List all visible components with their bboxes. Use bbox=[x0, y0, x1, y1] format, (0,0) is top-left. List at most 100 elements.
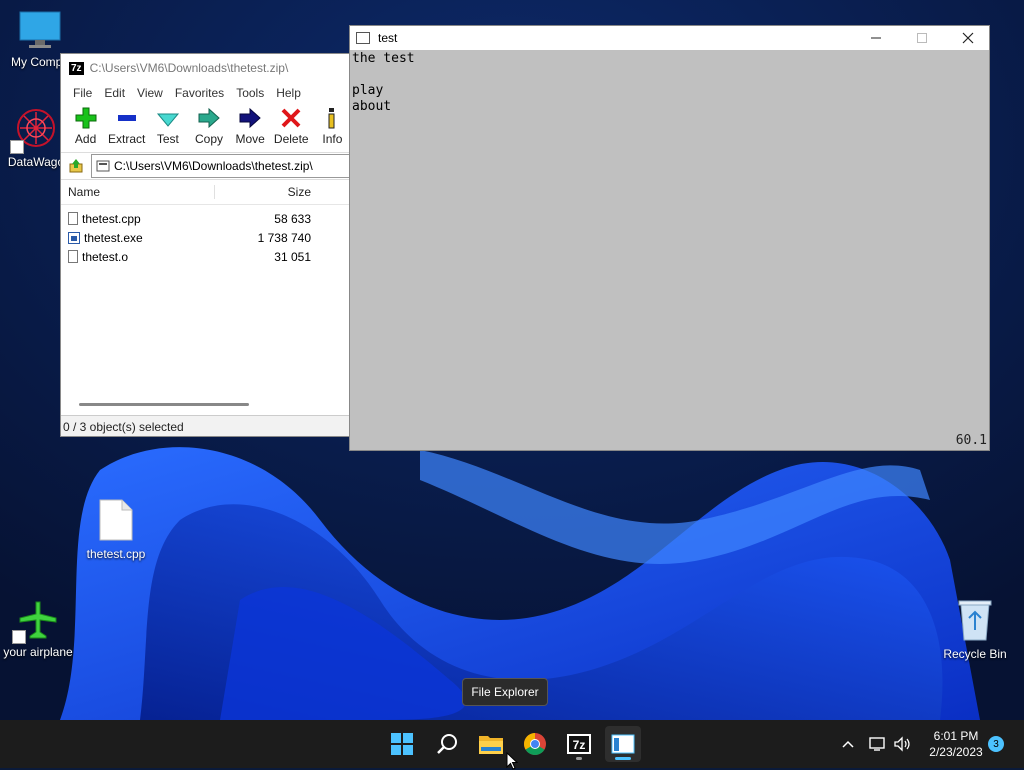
extract-button[interactable]: Extract bbox=[106, 104, 147, 146]
show-hidden-icons-button[interactable] bbox=[840, 720, 856, 768]
test-label: Test bbox=[156, 132, 179, 146]
notification-badge[interactable]: 3 bbox=[988, 736, 1004, 752]
7zip-taskbar-button[interactable]: 7z bbox=[561, 726, 597, 762]
close-button[interactable] bbox=[945, 26, 991, 50]
extract-label: Extract bbox=[108, 132, 146, 146]
file-row[interactable]: thetest.cpp 58 633 bbox=[61, 209, 353, 228]
clock-time: 6:01 PM bbox=[933, 729, 979, 743]
minimize-button[interactable] bbox=[853, 26, 899, 50]
maximize-button[interactable] bbox=[899, 26, 945, 50]
test-button[interactable]: Test bbox=[147, 104, 188, 146]
system-clock[interactable]: 6:01 PM 2/23/2023 bbox=[924, 728, 988, 760]
chevron-up-icon bbox=[842, 740, 854, 748]
test-window-title: test bbox=[378, 31, 398, 45]
volume-button[interactable] bbox=[893, 720, 913, 768]
speaker-icon bbox=[894, 736, 910, 752]
active-indicator bbox=[615, 757, 631, 760]
menu-favorites[interactable]: Favorites bbox=[169, 86, 230, 100]
file-name: thetest.cpp bbox=[82, 211, 141, 226]
clock-date: 2/23/2023 bbox=[929, 745, 983, 759]
menu-file[interactable]: File bbox=[67, 86, 98, 100]
delete-x-icon bbox=[281, 108, 301, 128]
menu-option-about[interactable]: about bbox=[352, 99, 391, 115]
test-title-bar[interactable]: test bbox=[350, 26, 989, 50]
mouse-cursor-icon bbox=[506, 752, 518, 770]
file-explorer-button[interactable] bbox=[473, 726, 509, 762]
file-size: 31 051 bbox=[274, 249, 311, 264]
delete-button[interactable]: Delete bbox=[271, 104, 312, 146]
file-explorer-icon bbox=[479, 736, 503, 754]
taskbar-tooltip: File Explorer bbox=[462, 678, 548, 706]
minimize-icon bbox=[871, 37, 881, 39]
7zip-title-bar[interactable]: 7z C:\Users\VM6\Downloads\thetest.zip\ bbox=[61, 54, 353, 82]
running-indicator bbox=[576, 757, 582, 760]
test-app-taskbar-button[interactable] bbox=[605, 726, 641, 762]
network-button[interactable] bbox=[868, 720, 888, 768]
move-button[interactable]: Move bbox=[230, 104, 271, 146]
svg-text:7z: 7z bbox=[573, 738, 586, 752]
info-icon bbox=[328, 108, 335, 129]
shortcut-arrow-icon bbox=[12, 630, 26, 644]
search-icon bbox=[437, 734, 457, 754]
address-text: C:\Users\VM6\Downloads\thetest.zip\ bbox=[114, 159, 313, 173]
file-name: thetest.exe bbox=[84, 230, 143, 245]
7zip-title: C:\Users\VM6\Downloads\thetest.zip\ bbox=[89, 61, 289, 75]
up-folder-button[interactable] bbox=[61, 158, 91, 174]
horizontal-scrollbar[interactable] bbox=[79, 403, 249, 406]
7zip-window[interactable]: 7z C:\Users\VM6\Downloads\thetest.zip\ F… bbox=[60, 53, 354, 437]
copy-label: Copy bbox=[194, 132, 223, 146]
menu-view[interactable]: View bbox=[131, 86, 169, 100]
desktop-icon-label: thetest.cpp bbox=[86, 547, 146, 561]
tooltip-text: File Explorer bbox=[471, 685, 539, 699]
desktop-icon-thetest-cpp[interactable]: thetest.cpp bbox=[76, 498, 156, 561]
status-text: 0 / 3 object(s) selected bbox=[63, 419, 184, 434]
desktop-icon-label: Recycle Bin bbox=[943, 647, 1007, 661]
add-button[interactable]: Add bbox=[65, 104, 106, 146]
column-header-name[interactable]: Name bbox=[61, 185, 215, 199]
desktop-icon-recycle-bin[interactable]: Recycle Bin bbox=[935, 598, 1015, 661]
file-icon bbox=[68, 250, 78, 263]
address-input[interactable]: C:\Users\VM6\Downloads\thetest.zip\ bbox=[91, 154, 353, 178]
7zip-address-bar: C:\Users\VM6\Downloads\thetest.zip\ bbox=[61, 152, 353, 180]
minus-icon bbox=[117, 115, 136, 121]
file-row[interactable]: thetest.o 31 051 bbox=[61, 247, 353, 266]
file-icon bbox=[99, 499, 133, 541]
search-button[interactable] bbox=[429, 726, 465, 762]
7zip-toolbar: Add Extract Test Copy Move Delete Info bbox=[61, 104, 353, 152]
info-button[interactable]: Info bbox=[312, 104, 353, 146]
7zip-menu-bar: File Edit View Favorites Tools Help bbox=[61, 82, 353, 104]
check-icon bbox=[156, 113, 179, 127]
file-list-header: Name Size bbox=[61, 180, 353, 205]
menu-option-play[interactable]: play bbox=[352, 83, 383, 99]
status-bar: 0 / 3 object(s) selected bbox=[61, 415, 353, 436]
file-size: 58 633 bbox=[274, 211, 311, 226]
copy-arrow-icon bbox=[198, 107, 220, 129]
chrome-icon bbox=[524, 733, 546, 755]
info-label: Info bbox=[322, 132, 343, 146]
delete-label: Delete bbox=[273, 132, 309, 146]
close-icon bbox=[962, 32, 974, 44]
file-size: 1 738 740 bbox=[257, 230, 311, 245]
fps-counter: 60.1 bbox=[955, 433, 987, 448]
move-arrow-icon bbox=[239, 107, 261, 129]
file-name: thetest.o bbox=[82, 249, 129, 264]
menu-tools[interactable]: Tools bbox=[230, 86, 270, 100]
maximize-icon bbox=[917, 33, 927, 43]
chrome-button[interactable] bbox=[517, 726, 553, 762]
plus-icon bbox=[75, 107, 97, 129]
7zip-icon: 7z bbox=[567, 734, 591, 754]
file-row[interactable]: thetest.exe 1 738 740 bbox=[61, 228, 353, 247]
start-button[interactable] bbox=[384, 726, 420, 762]
test-window[interactable]: test the test play about 60.1 bbox=[349, 25, 990, 451]
console-line-title: the test bbox=[352, 51, 415, 66]
monitor-icon bbox=[19, 11, 61, 48]
recycle-bin-icon bbox=[958, 600, 992, 641]
desktop-icon-your-airplane[interactable]: your airplane bbox=[0, 600, 78, 659]
copy-button[interactable]: Copy bbox=[188, 104, 229, 146]
menu-edit[interactable]: Edit bbox=[98, 86, 131, 100]
add-label: Add bbox=[74, 132, 97, 146]
column-header-size[interactable]: Size bbox=[215, 185, 315, 199]
menu-help[interactable]: Help bbox=[270, 86, 307, 100]
7zip-app-icon: 7z bbox=[69, 61, 84, 75]
exe-icon bbox=[68, 231, 80, 244]
